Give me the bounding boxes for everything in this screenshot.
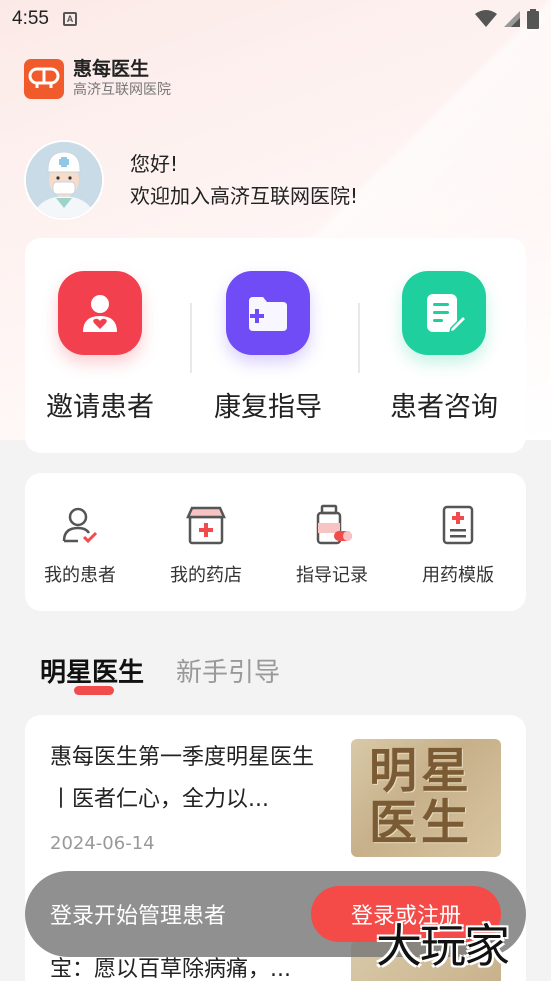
quick-action-label: 康复指导 — [214, 392, 322, 423]
quick-action-rehab-guidance[interactable]: 康复指导 — [193, 271, 343, 424]
my-patients-icon — [58, 503, 102, 547]
quick-action-patient-consult[interactable]: 患者咨询 — [369, 271, 519, 424]
divider — [190, 303, 192, 373]
brand-logo-icon — [28, 67, 60, 88]
tool-my-patients[interactable]: 我的患者 — [25, 503, 135, 587]
article-date: 2024-06-14 — [50, 833, 155, 854]
tool-medication-template[interactable]: 用药模版 — [403, 503, 513, 587]
tab-star-doctors[interactable]: 明星医生 — [40, 652, 145, 695]
tool-label: 指导记录 — [296, 565, 368, 586]
my-pharmacy-icon — [184, 503, 228, 547]
invite-patient-icon — [58, 271, 142, 355]
status-indicators — [475, 9, 539, 29]
wifi-icon — [475, 10, 497, 27]
divider — [358, 303, 360, 373]
tab-beginner-guide[interactable]: 新手引导 — [176, 652, 280, 689]
article-title: 惠每医生第一季度明星医生丨医者仁心，全力以... — [50, 745, 315, 812]
tool-my-pharmacy[interactable]: 我的药店 — [151, 503, 261, 587]
guidance-record-icon — [310, 503, 354, 547]
tab-label: 明星医生 — [40, 658, 145, 688]
quick-action-label: 患者咨询 — [390, 392, 498, 423]
quick-action-label: 邀请患者 — [46, 392, 154, 423]
quick-action-invite-patient[interactable]: 邀请患者 — [25, 271, 175, 424]
tab-active-indicator — [74, 686, 114, 695]
battery-icon — [527, 9, 539, 29]
consult-note-icon — [402, 271, 486, 355]
rehab-folder-icon — [226, 271, 310, 355]
thumbnail-text: 明星医生 — [369, 743, 474, 851]
article-thumbnail: 明星医生 — [351, 739, 501, 857]
greeting-hello: 您好! — [130, 152, 179, 176]
status-time: 4:55 — [12, 8, 49, 29]
quick-actions-card: 邀请患者 康复指导 患者咨询 — [25, 238, 526, 453]
tools-card: 我的患者 我的药店 指导记录 用药模版 — [25, 473, 526, 611]
tool-guidance-record[interactable]: 指导记录 — [277, 503, 387, 587]
doctor-avatar-icon — [26, 142, 102, 218]
brand-header: 惠每医生 高济互联网医院 — [24, 58, 171, 100]
doctor-avatar[interactable] — [24, 140, 104, 220]
brand-logo — [24, 59, 64, 99]
signal-icon — [504, 11, 520, 27]
login-prompt-text: 登录开始管理患者 — [50, 904, 227, 929]
medication-template-icon — [436, 503, 480, 547]
tool-label: 我的药店 — [170, 565, 242, 586]
greeting-welcome: 欢迎加入高济互联网医院! — [130, 184, 359, 208]
tool-label: 我的患者 — [44, 565, 116, 586]
notification-icon: A — [62, 12, 77, 26]
content-tabs: 明星医生 新手引导 — [40, 652, 280, 695]
status-bar: 4:55 A — [0, 0, 551, 38]
tool-label: 用药模版 — [422, 565, 494, 586]
greeting-section: 您好! 欢迎加入高济互联网医院! — [24, 140, 358, 220]
watermark: 大玩家 — [376, 919, 510, 973]
brand-name: 惠每医生 — [73, 58, 150, 80]
brand-subtitle: 高济互联网医院 — [73, 82, 171, 98]
